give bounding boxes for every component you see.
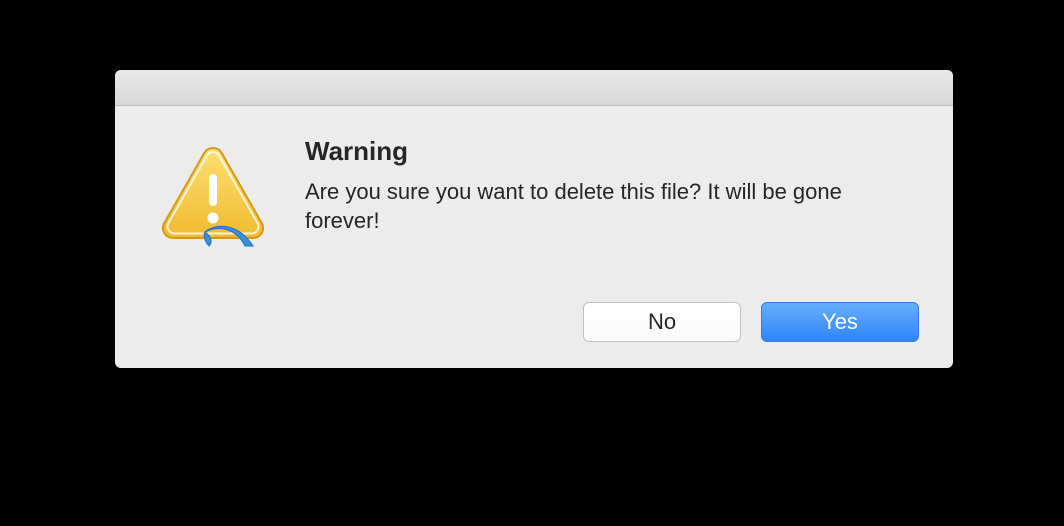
no-button[interactable]: No xyxy=(583,302,741,342)
warning-icon xyxy=(149,134,277,262)
dialog-message: Are you sure you want to delete this fil… xyxy=(305,177,865,235)
warning-icon-svg xyxy=(153,138,273,258)
dialog-title: Warning xyxy=(305,136,919,167)
alert-dialog: Warning Are you sure you want to delete … xyxy=(115,70,953,368)
dialog-content: Warning Are you sure you want to delete … xyxy=(115,106,953,262)
titlebar xyxy=(115,70,953,106)
dialog-buttons: No Yes xyxy=(583,302,919,342)
dialog-text: Warning Are you sure you want to delete … xyxy=(305,134,919,262)
yes-button[interactable]: Yes xyxy=(761,302,919,342)
